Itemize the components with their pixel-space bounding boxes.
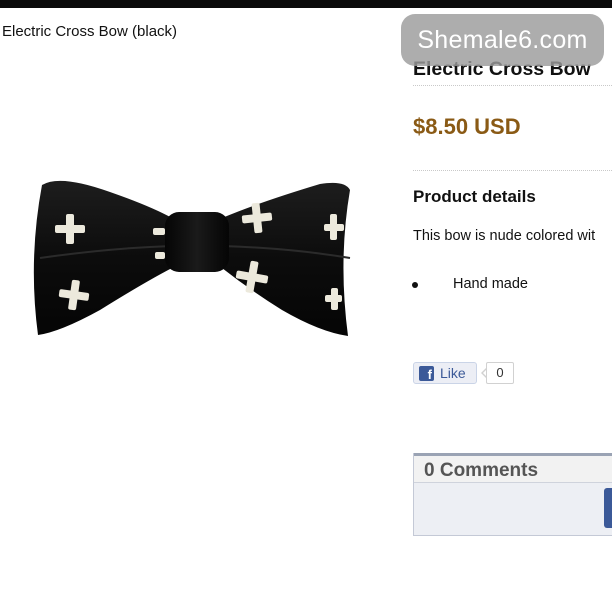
bow-right-wing xyxy=(222,182,350,336)
product-details-heading: Product details xyxy=(413,187,536,206)
comments-header: 0 Comments xyxy=(414,453,612,483)
bow-left-wing xyxy=(33,180,172,335)
top-bar xyxy=(0,0,612,8)
image-caption: Electric Cross Bow (black) xyxy=(2,23,178,40)
product-description: This bow is nude colored wit xyxy=(413,228,596,244)
product-price: $8.50 USD xyxy=(413,114,521,139)
comments-title: 0 Comments xyxy=(424,460,539,481)
facebook-icon: f xyxy=(419,366,434,381)
like-count: 0 xyxy=(486,362,514,384)
divider xyxy=(413,85,612,86)
product-image[interactable] xyxy=(20,150,392,380)
bullet-icon xyxy=(412,282,418,288)
like-label: Like xyxy=(440,365,466,381)
bullet-item-hand-made: Hand made xyxy=(453,276,528,292)
post-comment-button[interactable] xyxy=(604,488,612,528)
bow-knot xyxy=(165,212,229,272)
comments-box: 0 Comments xyxy=(413,453,612,536)
divider xyxy=(413,170,612,171)
facebook-like-button[interactable]: f Like xyxy=(413,362,477,384)
watermark: Shemale6.com xyxy=(401,14,604,66)
